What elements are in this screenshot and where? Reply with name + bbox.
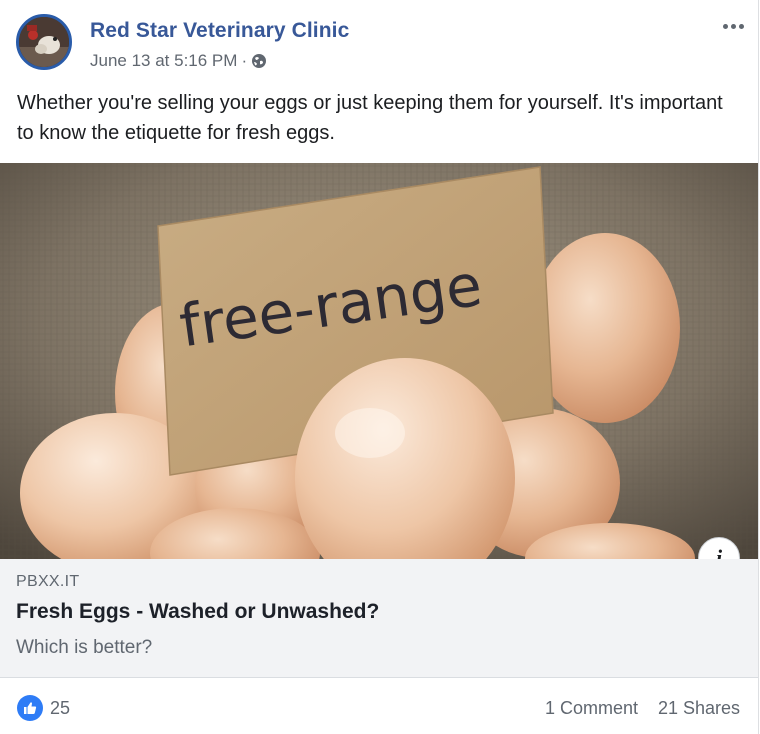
page-avatar[interactable] xyxy=(16,14,72,70)
page-name-link[interactable]: Red Star Veterinary Clinic xyxy=(90,19,349,43)
link-preview-image[interactable]: free-range xyxy=(0,163,758,559)
post-meta: June 13 at 5:16 PM · xyxy=(90,51,267,71)
meta-separator: · xyxy=(241,51,248,70)
reaction-count[interactable]: 25 xyxy=(50,698,70,719)
post-header: Red Star Veterinary Clinic June 13 at 5:… xyxy=(0,0,758,80)
shares-count-link[interactable]: 21 Shares xyxy=(658,698,740,719)
more-options-icon[interactable] xyxy=(718,14,748,38)
link-preview-meta[interactable]: PBXX.IT Fresh Eggs - Washed or Unwashed?… xyxy=(0,559,758,678)
like-icon[interactable] xyxy=(17,695,43,721)
globe-icon[interactable] xyxy=(251,53,267,69)
link-title[interactable]: Fresh Eggs - Washed or Unwashed? xyxy=(16,600,379,624)
link-description: Which is better? xyxy=(16,637,153,658)
post-timestamp[interactable]: June 13 at 5:16 PM xyxy=(90,51,237,71)
more-dot xyxy=(738,23,744,29)
engagement-bar: 25 1 Comment 21 Shares xyxy=(0,678,758,734)
post-text: Whether you're selling your eggs or just… xyxy=(17,92,723,144)
more-dot xyxy=(730,23,736,29)
comments-count-link[interactable]: 1 Comment xyxy=(545,698,638,719)
facebook-post: Red Star Veterinary Clinic June 13 at 5:… xyxy=(0,0,759,734)
link-domain: PBXX.IT xyxy=(16,573,80,590)
more-dot xyxy=(722,23,728,29)
